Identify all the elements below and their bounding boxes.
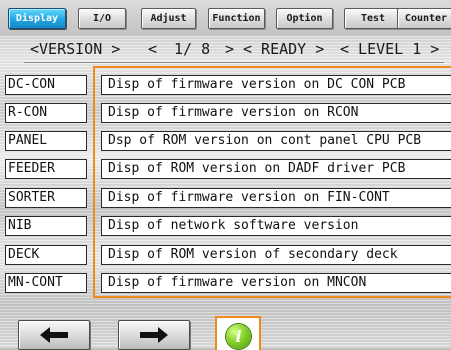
tab-function[interactable]: Function — [208, 8, 265, 29]
item-desc-mn-cont: Disp of firmware version on MNCON — [101, 273, 451, 293]
item-label-mn-cont[interactable]: MN-CONT — [5, 273, 87, 293]
item-desc-r-con: Disp of firmware version on RCON — [101, 103, 451, 123]
prev-page-button[interactable] — [18, 320, 90, 350]
item-desc-sorter: Disp of firmware version on FIN-CONT — [101, 188, 451, 208]
info-button[interactable]: i — [215, 316, 261, 350]
item-label-nib[interactable]: NIB — [5, 216, 87, 236]
level-label: < LEVEL 1 > — [340, 40, 440, 58]
next-page-button[interactable] — [118, 320, 190, 350]
left-arrow-icon — [40, 327, 68, 343]
tab-counter[interactable]: Counter — [397, 8, 451, 29]
tab-display[interactable]: Display — [8, 8, 66, 29]
item-desc-feeder: Disp of ROM version on DADF driver PCB — [101, 159, 451, 179]
right-arrow-icon — [140, 327, 168, 343]
mode-tab-bar: Display I/O Adjust Function Option Test … — [0, 0, 451, 36]
item-label-r-con[interactable]: R-CON — [5, 103, 87, 123]
item-desc-panel: Dsp of ROM version on cont panel CPU PCB — [101, 131, 451, 151]
info-icon: i — [226, 324, 251, 349]
tab-adjust[interactable]: Adjust — [141, 8, 196, 29]
item-label-panel[interactable]: PANEL — [5, 131, 87, 151]
tab-io[interactable]: I/O — [78, 8, 126, 29]
item-label-dc-con[interactable]: DC-CON — [5, 75, 87, 95]
item-desc-dc-con: Disp of firmware version on DC CON PCB — [101, 75, 451, 95]
page-next-button[interactable]: > — [225, 40, 234, 58]
item-label-feeder[interactable]: FEEDER — [5, 159, 87, 179]
item-label-sorter[interactable]: SORTER — [5, 188, 87, 208]
header-divider — [24, 60, 444, 62]
category-label: <VERSION > — [30, 40, 121, 58]
item-desc-deck: Disp of ROM version of secondary deck — [101, 245, 451, 265]
status-header: <VERSION > < 1/ 8 > < READY > < LEVEL 1 … — [0, 38, 451, 62]
page-prev-button[interactable]: < — [148, 40, 157, 58]
tab-option[interactable]: Option — [276, 8, 333, 29]
tab-test[interactable]: Test — [344, 8, 402, 29]
page-indicator: 1/ 8 — [174, 40, 211, 58]
status-label: < READY > — [243, 40, 325, 58]
item-label-deck[interactable]: DECK — [5, 245, 87, 265]
item-desc-nib: Disp of network software version — [101, 216, 451, 236]
